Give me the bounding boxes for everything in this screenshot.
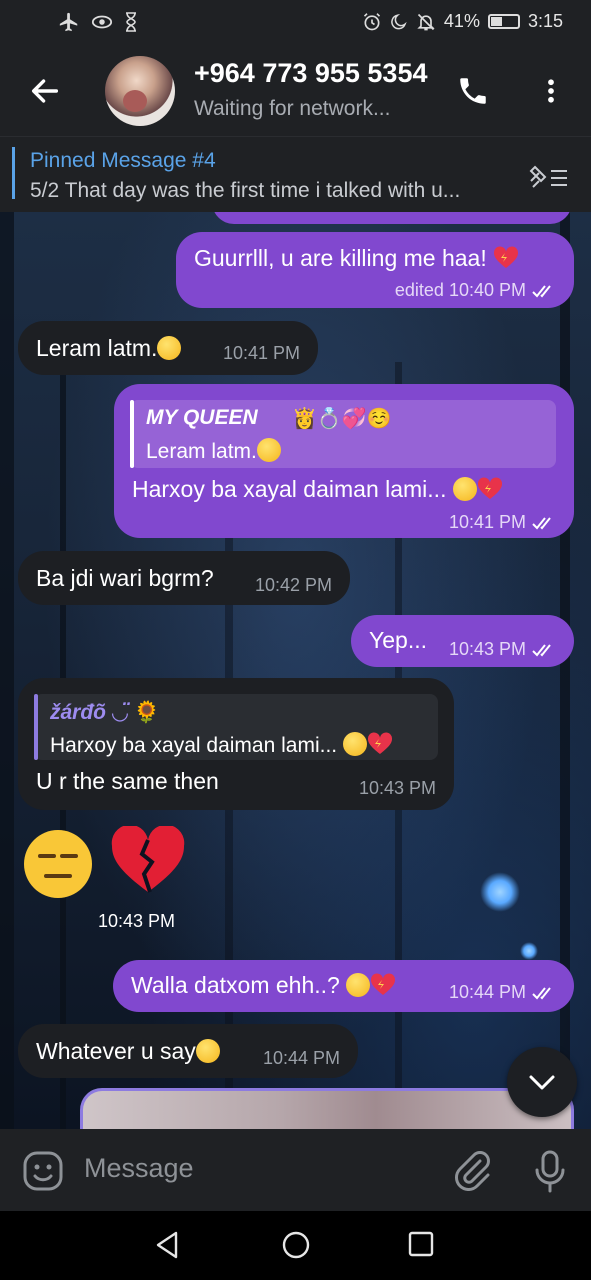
read-checks-icon [532,285,551,298]
clock: 3:15 [527,11,563,31]
message-meta: 10:44 PM [449,982,558,1003]
smile-emoji-icon [195,1039,220,1063]
sunflower-emoji-icon: 🌻 [133,701,160,724]
message-text: Guurrlll, u are killing me haa! [194,245,519,272]
back-arrow-icon[interactable] [28,74,62,108]
pinned-title: Pinned Message #4 [30,149,216,172]
message-time: 10:43 PM [358,778,436,798]
message-text: Leram latm. [36,335,182,362]
pinned-list-icon[interactable] [527,163,571,193]
chevron-down-icon [529,1075,555,1090]
phone-icon[interactable] [456,74,490,108]
smile-emoji-icon [157,336,182,360]
message-outgoing[interactable]: Guurrlll, u are killing me haa! edited 1… [176,232,574,308]
message-text: Whatever u say [36,1038,220,1065]
pinned-indicator [12,147,15,199]
battery-percent: 41% [443,11,480,31]
nav-back-icon[interactable] [152,1229,184,1261]
battery-icon [487,14,520,29]
status-bar: 41% 3:15 [0,0,591,44]
message-input[interactable]: Message [84,1153,194,1184]
message-time: 10:41 PM [222,343,300,363]
crown-ring-hearts-emoji-icon: 👸💍💞☺️ [292,408,392,430]
heart-fire-emoji-icon [371,973,396,995]
message-incoming[interactable]: žárđõ ◡̈ 🌻 Harxoy ba xayal daiman lami..… [18,678,454,810]
message-text: U r the same then [36,768,219,794]
airplane-icon [59,12,78,32]
paperclip-icon[interactable] [452,1149,492,1191]
pleading-face-emoji-icon [346,973,371,997]
message-time: 10:43 PM [98,911,176,931]
read-checks-icon [532,644,551,657]
smile-emoji-icon [256,438,281,462]
smile-emoji-icon [452,477,477,501]
nav-recents-icon[interactable] [406,1229,436,1259]
message-text: Ba jdi wari bgrm? [36,565,214,591]
expressionless-face-emoji-icon [24,830,92,898]
smile-emoji-icon [342,732,367,756]
chat-area[interactable]: Guurrlll, u are killing me haa! edited 1… [0,212,591,1129]
moon-icon [391,13,407,29]
hourglass-icon [126,12,136,32]
system-nav-bar [0,1211,591,1280]
message-outgoing[interactable]: Yep... 10:43 PM [351,615,574,667]
message-meta: edited 10:40 PM [395,280,558,301]
reply-preview[interactable]: žárđõ ◡̈ 🌻 Harxoy ba xayal daiman lami..… [34,694,438,760]
nav-home-icon[interactable] [280,1229,312,1261]
emoji-sticker-icon[interactable] [22,1150,64,1192]
chat-header: +964 773 955 5354 Waiting for network... [0,44,591,136]
reply-text: Harxoy ba xayal daiman lami... [50,732,393,758]
message-meta: 10:43 PM [449,639,558,660]
message-text: Yep... [369,627,427,653]
message-incoming[interactable]: Ba jdi wari bgrm? 10:42 PM [18,551,350,605]
message-text: Walla datxom ehh..? [131,972,396,999]
more-vert-icon[interactable] [536,74,566,108]
message-text: Harxoy ba xayal daiman lami... [132,476,503,503]
muted-bell-icon [417,13,435,30]
pinned-message-bar[interactable]: Pinned Message #4 5/2 That day was the f… [0,136,591,213]
microphone-icon[interactable] [530,1149,570,1193]
message-bubble-partial[interactable] [212,212,572,224]
emoji-message[interactable] [22,824,192,906]
heart-fire-emoji-icon [477,477,502,499]
broken-heart-emoji-icon [111,826,185,893]
connection-status: Waiting for network... [194,97,391,120]
alarm-icon [363,12,381,30]
heart-fire-emoji-icon [494,246,519,268]
reply-preview[interactable]: MY QUEEN 👸💍💞☺️ Leram latm. [130,400,556,468]
read-checks-icon [532,987,551,1000]
message-incoming[interactable]: Leram latm. 10:41 PM [18,321,318,375]
heart-fire-emoji-icon [367,732,392,754]
message-time: 10:42 PM [254,575,332,595]
reply-author: žárđõ ◡̈ 🌻 [50,701,160,724]
message-input-bar: Message [0,1129,591,1211]
contact-name[interactable]: +964 773 955 5354 [194,58,432,89]
read-checks-icon [532,517,551,530]
avatar[interactable] [105,56,175,126]
scroll-to-bottom-button[interactable] [507,1047,577,1117]
message-outgoing[interactable]: Walla datxom ehh..? 10:44 PM [113,960,574,1012]
photo-message-partial[interactable] [80,1088,574,1129]
reply-text: Leram latm. [146,438,281,464]
message-outgoing[interactable]: MY QUEEN 👸💍💞☺️ Leram latm. Harxoy ba xay… [114,384,574,538]
reply-author: MY QUEEN [146,406,258,429]
message-incoming[interactable]: Whatever u say 10:44 PM [18,1024,358,1078]
pinned-preview: 5/2 That day was the first time i talked… [30,179,461,202]
eye-icon [91,15,113,29]
message-meta: 10:41 PM [449,512,558,533]
message-time: 10:44 PM [262,1048,340,1068]
